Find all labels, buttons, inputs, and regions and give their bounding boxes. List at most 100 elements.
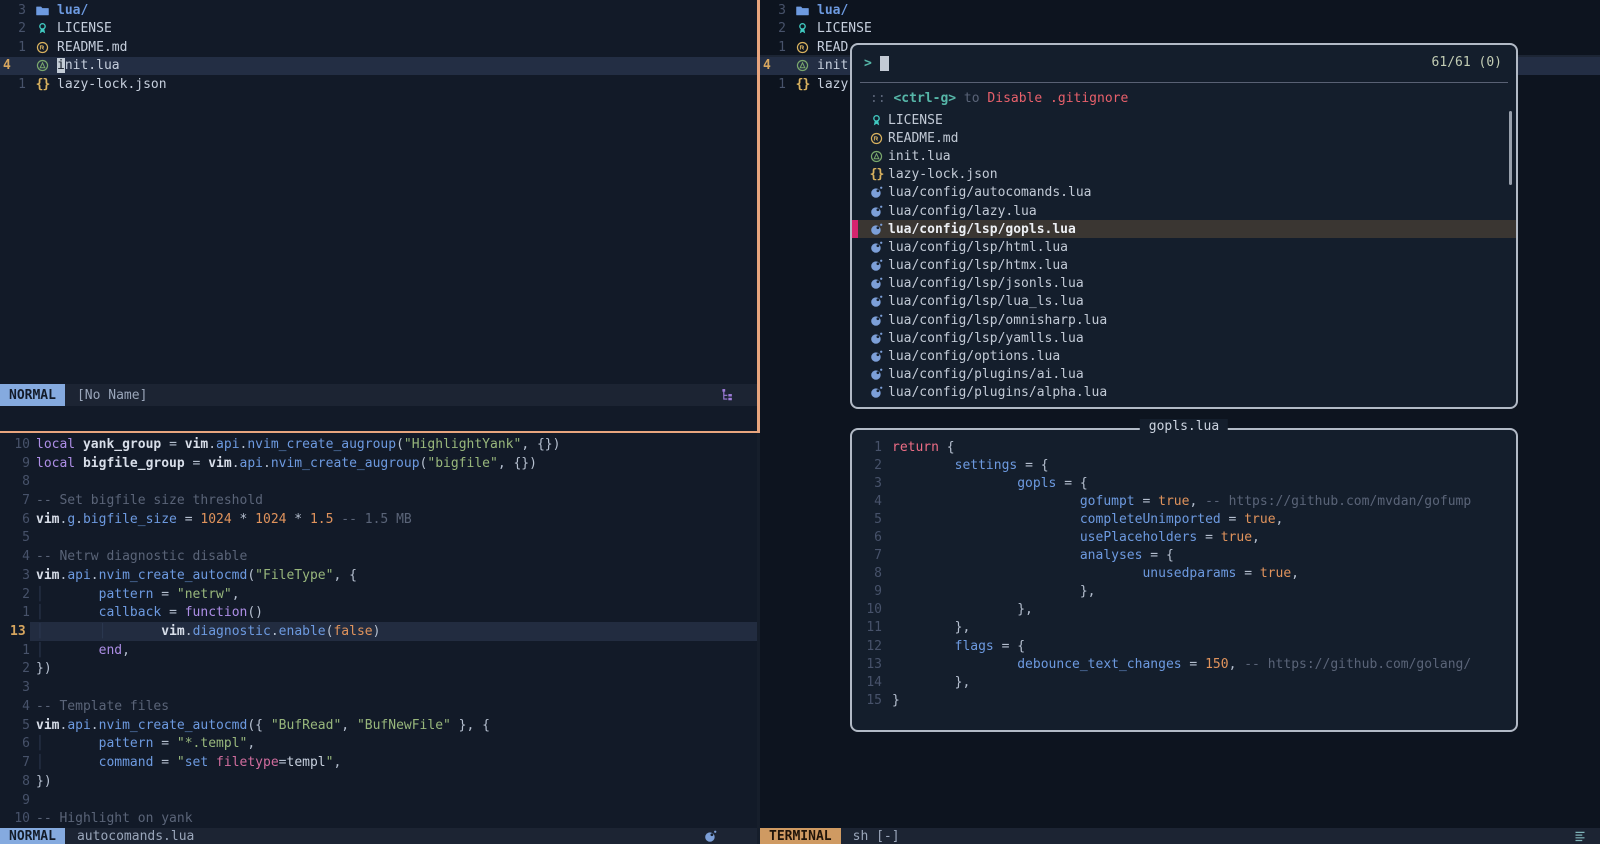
lua-icon [704, 830, 717, 843]
line-number: 5 [860, 512, 882, 527]
picker-item[interactable]: README.md [852, 129, 1516, 147]
code-line[interactable]: 3 [0, 678, 757, 697]
file-row[interactable]: 3lua/ [0, 1, 757, 20]
picker-item[interactable]: lua/config/options.lua [852, 347, 1516, 365]
picker-item[interactable]: lua/config/lsp/htmx.lua [852, 257, 1516, 275]
file-path: LICENSE [888, 113, 943, 128]
picker-item[interactable]: lua/config/lsp/omnisharp.lua [852, 311, 1516, 329]
file-path: init.lua [888, 149, 951, 164]
code-line[interactable]: 1return { [860, 438, 1512, 456]
file-row[interactable]: 3lua/ [760, 1, 1600, 20]
code-line[interactable]: 1│ callback = function() [0, 603, 757, 622]
code-line[interactable]: 6│ pattern = "*.templ", [0, 735, 757, 754]
picker-item[interactable]: lua/config/lazy.lua [852, 202, 1516, 220]
line-number: 15 [860, 693, 882, 708]
file-path: lua/config/lazy.lua [888, 204, 1037, 219]
code-line[interactable]: 2 settings = { [860, 456, 1512, 474]
search-input[interactable]: > [864, 53, 1504, 73]
code-line[interactable]: 14 }, [860, 673, 1512, 691]
file-path: lua/config/lsp/omnisharp.lua [888, 313, 1107, 328]
code-line[interactable]: 1│ end, [0, 641, 757, 660]
code-line[interactable]: 9 }, [860, 583, 1512, 601]
code-line[interactable]: 3 gopls = { [860, 474, 1512, 492]
line-number: 7 [0, 755, 30, 770]
code-text: settings = { [892, 458, 1049, 473]
header-keybind[interactable]: <ctrl-g> [893, 91, 956, 106]
code-line[interactable]: 12 flags = { [860, 637, 1512, 655]
line-number: 2 [0, 661, 30, 676]
code-line[interactable]: 7│ command = "set filetype=templ", [0, 753, 757, 772]
code-line[interactable]: 4 gofumpt = true, -- https://github.com/… [860, 492, 1512, 510]
code-line[interactable]: 2│ pattern = "netrw", [0, 585, 757, 604]
picker-item[interactable]: {}lazy-lock.json [852, 166, 1516, 184]
window-separator-active[interactable] [757, 0, 760, 433]
code-line[interactable]: 4-- Template files [0, 697, 757, 716]
left-explorer-window: 3lua/2LICENSE1README.md4init.lua1{}lazy-… [0, 0, 757, 844]
picker-item[interactable]: lua/config/lsp/gopls.lua [852, 220, 1516, 238]
code-line[interactable]: 10-- Highlight on yank [0, 809, 757, 828]
code-line[interactable]: 9local bigfile_group = vim.api.nvim_crea… [0, 454, 757, 473]
code-line[interactable]: 6vim.g.bigfile_size = 1024 * 1024 * 1.5 … [0, 510, 757, 529]
code-text: vim.api.nvim_create_autocmd("FileType", … [36, 568, 357, 583]
line-number: 6 [860, 530, 882, 545]
picker-item[interactable]: lua/config/lsp/jsonls.lua [852, 275, 1516, 293]
picker-item[interactable]: lua/config/plugins/ai.lua [852, 366, 1516, 384]
code-line[interactable]: 8}) [0, 772, 757, 791]
code-line[interactable]: 13│ │ vim.diagnostic.enable(false) [0, 622, 757, 641]
code-line[interactable]: 7 analyses = { [860, 547, 1512, 565]
file-row[interactable]: 1{}lazy-lock.json [0, 75, 757, 94]
code-line[interactable]: 4-- Netrw diagnostic disable [0, 547, 757, 566]
code-line[interactable]: 5vim.api.nvim_create_autocmd({ "BufRead"… [0, 716, 757, 735]
code-line[interactable]: 9 [0, 791, 757, 810]
readme-icon [795, 41, 810, 54]
picker-item[interactable]: init.lua [852, 147, 1516, 165]
code-line[interactable]: 2}) [0, 660, 757, 679]
line-number: 10 [0, 811, 30, 826]
code-line[interactable]: 11 }, [860, 619, 1512, 637]
lua-icon [869, 332, 884, 345]
picker-item[interactable]: LICENSE [852, 111, 1516, 129]
line-number: 13 [860, 657, 882, 672]
code-text: -- Set bigfile size threshold [36, 493, 263, 508]
line-number: 1 [0, 605, 30, 620]
code-line[interactable]: 6 usePlaceholders = true, [860, 528, 1512, 546]
code-line[interactable]: 3vim.api.nvim_create_autocmd("FileType",… [0, 566, 757, 585]
lua-icon [869, 277, 884, 290]
window-separator[interactable] [757, 433, 760, 844]
picker-item[interactable]: lua/config/plugins/alpha.lua [852, 384, 1516, 402]
code-line[interactable]: 5 [0, 529, 757, 548]
code-line[interactable]: 5 completeUnimported = true, [860, 510, 1512, 528]
picker-item[interactable]: lua/config/lsp/lua_ls.lua [852, 293, 1516, 311]
file-path: lua/config/options.lua [888, 349, 1060, 364]
file-row[interactable]: 4init.lua [0, 57, 757, 76]
license-icon [869, 114, 884, 127]
window-separator-horizontal[interactable] [0, 431, 757, 433]
picker-item[interactable]: lua/config/lsp/yamlls.lua [852, 329, 1516, 347]
file-path: lua/config/lsp/html.lua [888, 240, 1068, 255]
line-number: 2 [860, 458, 882, 473]
file-row[interactable]: 2LICENSE [0, 20, 757, 39]
lua-icon [869, 259, 884, 272]
scrollbar[interactable] [1509, 111, 1512, 185]
code-line[interactable]: 15} [860, 691, 1512, 709]
code-text: │ │ vim.diagnostic.enable(false) [36, 624, 380, 639]
file-row[interactable]: 1README.md [0, 38, 757, 57]
line-number: 12 [860, 639, 882, 654]
file-row[interactable]: 2LICENSE [760, 20, 1600, 39]
line-number: 10 [860, 602, 882, 617]
code-text: -- Template files [36, 699, 169, 714]
code-line[interactable]: 8 [0, 472, 757, 491]
code-line[interactable]: 10 }, [860, 601, 1512, 619]
picker-item[interactable]: lua/config/lsp/html.lua [852, 238, 1516, 256]
code-line[interactable]: 7-- Set bigfile size threshold [0, 491, 757, 510]
code-text: -- Netrw diagnostic disable [36, 549, 247, 564]
picker-results-list: LICENSEREADME.md init.lua {}lazy-lock.json… [852, 111, 1516, 402]
code-line[interactable]: 10local yank_group = vim.api.nvim_create… [0, 435, 757, 454]
line-number: 6 [0, 512, 30, 527]
code-line[interactable]: 8 unusedparams = true, [860, 565, 1512, 583]
header-prefix: :: [870, 91, 886, 106]
text-cursor [880, 56, 889, 71]
picker-item[interactable]: lua/config/autocomands.lua [852, 184, 1516, 202]
file-name: lazy [817, 77, 848, 92]
code-line[interactable]: 13 debounce_text_changes = 150, -- https… [860, 655, 1512, 673]
